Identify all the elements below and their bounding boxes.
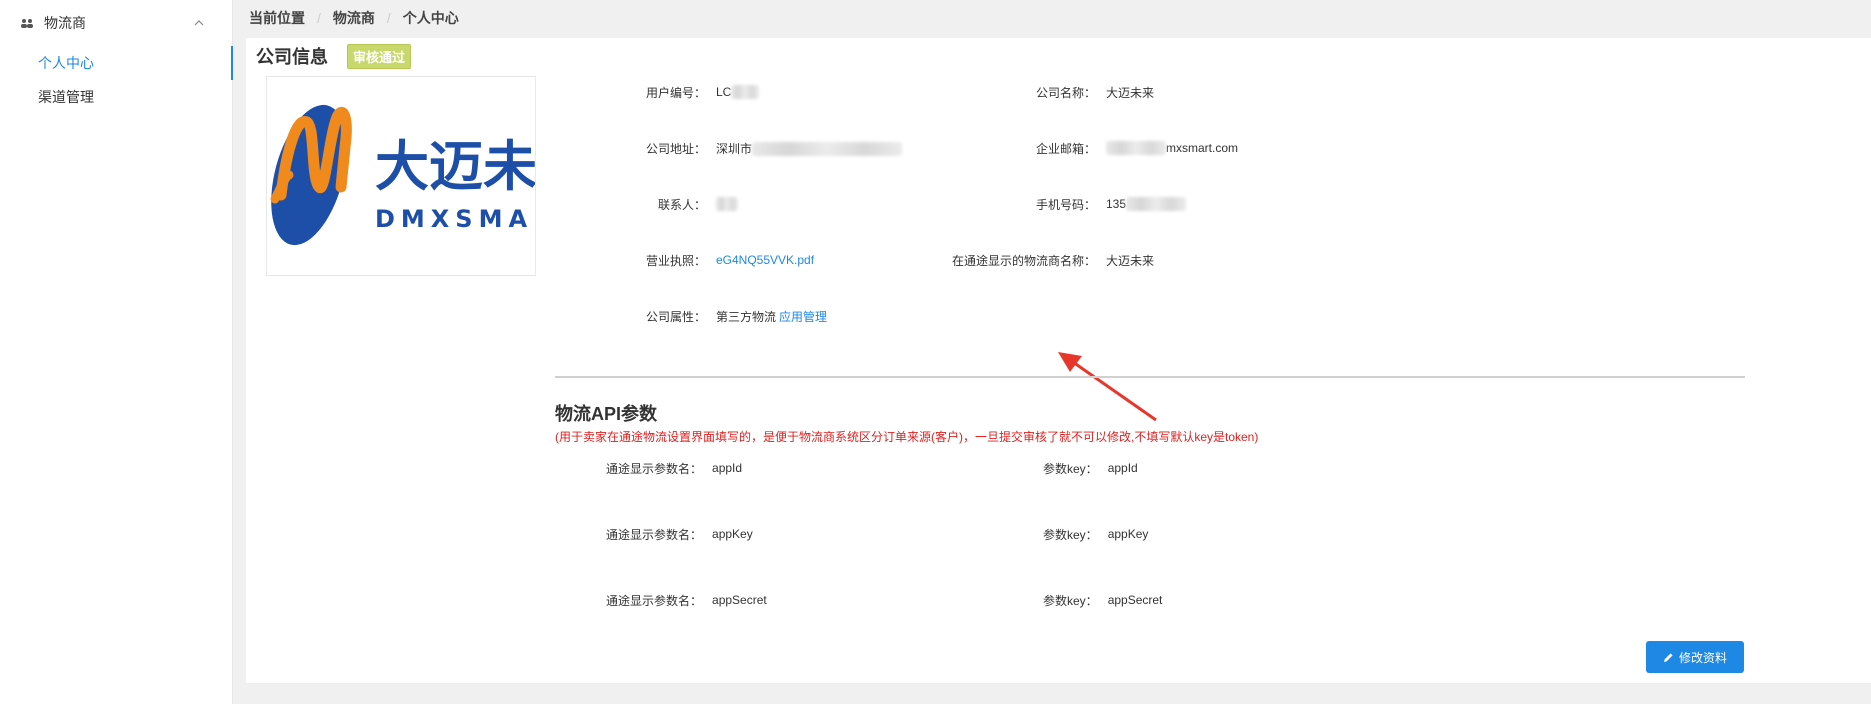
breadcrumb-personal-center: 个人中心 [402,10,459,26]
edit-profile-button[interactable]: 修改资料 [1646,641,1744,673]
sidebar-item-label: 渠道管理 [38,89,94,105]
api-section-title: 物流API参数 [555,404,658,424]
field-license: 营业执照： eG4NQ55VVK.pdf [645,253,815,268]
annotation-arrow-icon [1058,352,1157,422]
api-row-name: 通途显示参数名： appSecret [606,593,767,608]
breadcrumb: 当前位置 / 物流商 / 个人中心 [249,8,459,28]
chevron-up-icon[interactable] [194,20,204,26]
pencil-icon [1663,652,1673,662]
app-management-link[interactable]: 应用管理 [779,308,827,325]
breadcrumb-current-location: 当前位置 [249,10,305,26]
field-phone: 手机号码： 135 [936,195,1187,213]
users-icon [21,19,33,28]
field-company-name: 公司名称： 大迈未来 [1035,85,1155,100]
sidebar-group-logistics[interactable]: 物流商 [0,0,232,46]
field-attribute: 公司属性： 第三方物流 应用管理 [645,308,828,325]
logo-cn-text: 大迈未来 [375,135,535,198]
sidebar-item-label: 个人中心 [38,55,94,71]
status-badge: 审核通过 [347,44,412,69]
section-divider [555,376,1745,378]
api-row-key: 参数key： appKey [1043,527,1149,542]
field-email: 企业邮箱： mxsmart.com [1035,140,1238,156]
api-row-name: 通途显示参数名： appKey [606,527,753,542]
company-logo: 大迈未来 DMXSMART [266,76,591,276]
api-row-key: 参数key： appSecret [1043,593,1163,608]
company-logo-image: 大迈未来 DMXSMART [270,104,591,246]
sidebar: 物流商 个人中心 渠道管理 [0,0,233,704]
field-user-id: 用户编号： LC [626,83,760,101]
api-note: (用于卖家在通途物流设置界面填写的，是便于物流商系统区分订单来源(客户)，一旦提… [555,430,1259,444]
breadcrumb-logistics[interactable]: 物流商 [333,8,375,28]
field-display-name: 在通途显示的物流商名称： 大迈未来 [951,253,1155,268]
field-address: 公司地址： 深圳市 [626,139,903,157]
company-info-title: 公司信息 [256,47,328,67]
sidebar-item-personal-center[interactable]: 个人中心 [0,46,233,80]
logo-en-text: DMXSMART [375,205,535,233]
sidebar-group-label: 物流商 [44,15,86,31]
main-panel: 公司信息 审核通过 大迈未来 DMXSMART 用户编号： LC 公司地址： 深… [246,38,1871,683]
sidebar-item-channel-management[interactable]: 渠道管理 [0,80,232,114]
api-row-name: 通途显示参数名： appId [606,461,743,476]
api-row-key: 参数key： appId [1043,461,1138,476]
license-file-link[interactable]: eG4NQ55VVK.pdf [716,253,814,267]
field-contact: 联系人： [626,195,738,213]
